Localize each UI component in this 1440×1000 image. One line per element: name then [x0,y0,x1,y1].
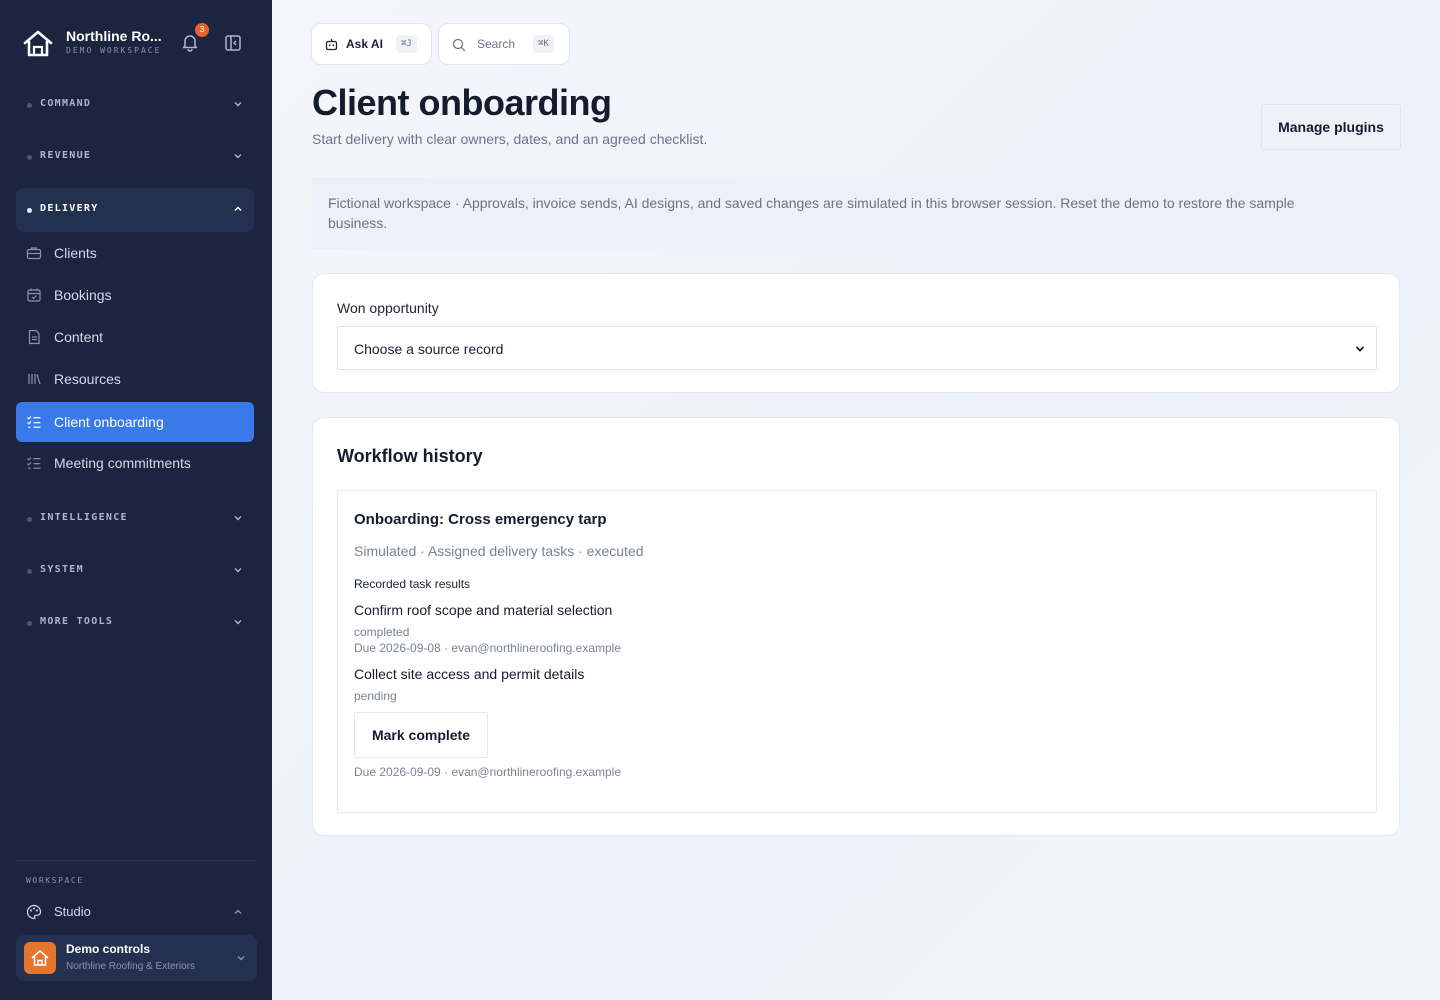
source-record-select[interactable]: Choose a source record [337,326,1377,370]
workflow-meta: Simulated · Assigned delivery tasks · ex… [354,543,644,559]
section-label: SYSTEM [40,564,84,575]
briefcase-icon [26,247,42,260]
demo-notice-text: Fictional workspace · Approvals, invoice… [328,195,1295,231]
ask-ai-button[interactable]: Ask AI ⌘J [311,23,432,65]
search-icon [452,38,466,52]
page-subtitle: Start delivery with clear owners, dates,… [312,131,708,147]
opportunity-card: Won opportunity Choose a source record [312,273,1400,393]
chevron-down-icon [234,102,242,107]
collapse-sidebar-icon[interactable] [224,34,242,52]
section-label: REVENUE [40,150,92,161]
section-dot [27,155,32,160]
workflow-title: Onboarding: Cross emergency tarp [354,511,607,528]
task-name: Confirm roof scope and material selectio… [354,602,613,618]
chevron-down-icon [234,568,242,573]
demo-controls-subtitle: Northline Roofing & Exteriors [66,961,195,972]
sidebar-item-bookings[interactable]: Bookings [16,275,254,315]
section-system[interactable]: SYSTEM [16,549,254,593]
chevron-up-icon [234,909,242,914]
sidebar-item-resources[interactable]: Resources [16,359,254,399]
section-revenue[interactable]: REVENUE [16,135,254,179]
page-title: Client onboarding [312,82,612,123]
search-shortcut: ⌘K [533,35,554,53]
sidebar-item-label: Meeting commitments [54,455,191,471]
document-icon [28,329,40,345]
sidebar-item-meeting-commitments[interactable]: Meeting commitments [16,443,254,483]
section-intelligence[interactable]: INTELLIGENCE [16,497,254,541]
palette-icon [26,904,42,920]
task-status: completed [354,625,410,639]
sidebar-item-content[interactable]: Content [16,317,254,357]
section-delivery[interactable]: DELIVERY [16,188,254,232]
home-logo-icon [23,30,53,57]
workspace-label: WORKSPACE [26,876,84,885]
manage-plugins-button[interactable]: Manage plugins [1261,104,1401,150]
chevron-down-icon [234,620,242,625]
chevron-up-icon [234,206,242,211]
ask-ai-label: Ask AI [346,37,383,51]
search-label: Search [477,37,516,51]
search-button[interactable]: Search ⌘K [438,23,570,65]
notification-badge: 3 [195,23,209,37]
section-label: COMMAND [40,98,92,109]
chevron-down-icon [234,516,242,521]
section-more-tools[interactable]: MORE TOOLS [16,601,254,645]
sidebar: Northline Ro... DEMO WORKSPACE 3 COMMAND… [0,0,272,1000]
section-command[interactable]: COMMAND [16,83,254,127]
demo-controls-title: Demo controls [66,942,151,956]
workflow-history-card: Workflow history Onboarding: Cross emerg… [312,417,1400,836]
section-dot [27,621,32,626]
section-dot [27,517,32,522]
brand-subtitle: DEMO WORKSPACE [66,46,162,55]
avatar [24,942,56,974]
workflow-entry: Onboarding: Cross emergency tarp Simulat… [337,490,1377,813]
task-due: Due 2026-09-08 · evan@northlineroofing.e… [354,641,622,655]
checklist-icon [27,416,41,428]
section-dot [27,103,32,108]
sidebar-divider [16,860,256,861]
demo-controls[interactable]: Demo controls Northline Roofing & Exteri… [16,935,257,981]
mark-complete-button[interactable]: Mark complete [354,712,488,758]
robot-icon [325,39,338,51]
section-dot [27,569,32,574]
studio-item[interactable]: Studio [16,898,254,926]
source-record-value: Choose a source record [354,341,504,357]
studio-label: Studio [54,904,91,919]
sidebar-item-client-onboarding[interactable]: Client onboarding [16,402,254,442]
checklist-icon [27,457,41,469]
sidebar-item-label: Resources [54,371,121,387]
section-dot [27,208,32,213]
brand-name: Northline Ro... [66,28,162,44]
home-icon [31,950,49,966]
chevron-down-icon [237,956,245,961]
sidebar-item-clients[interactable]: Clients [16,233,254,273]
section-label: MORE TOOLS [40,616,114,627]
opportunity-label: Won opportunity [337,300,439,316]
library-icon [28,374,41,385]
recorded-results-label: Recorded task results [354,577,471,591]
ask-ai-shortcut: ⌘J [396,35,417,53]
section-label: DELIVERY [40,203,99,214]
workflow-history-heading: Workflow history [337,446,483,466]
section-label: INTELLIGENCE [40,512,128,523]
sidebar-item-label: Client onboarding [54,414,164,430]
brand[interactable]: Northline Ro... DEMO WORKSPACE 3 [22,23,254,60]
sidebar-item-label: Content [54,329,104,345]
demo-notice: Fictional workspace · Approvals, invoice… [312,177,1400,249]
sidebar-item-label: Clients [54,245,97,261]
sidebar-item-label: Bookings [54,287,112,303]
calendar-icon [27,288,41,302]
task-due: Due 2026-09-09 · evan@northlineroofing.e… [354,765,622,779]
chevron-down-icon [234,154,242,159]
chevron-down-icon [1355,346,1365,352]
task-name: Collect site access and permit details [354,666,585,682]
task-status: pending [354,689,397,703]
